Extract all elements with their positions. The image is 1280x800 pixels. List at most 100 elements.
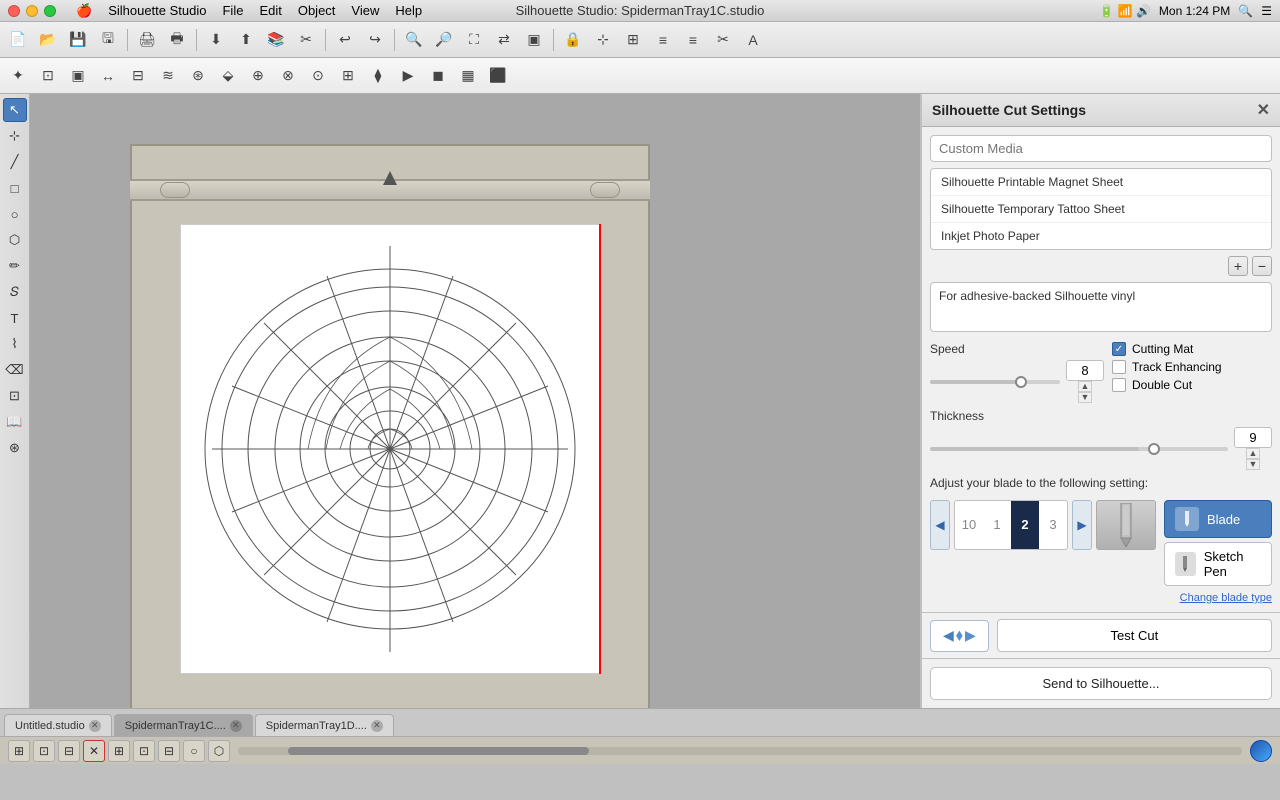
color-panel-btn[interactable]: ⬙ [214,62,242,90]
new-btn[interactable]: 📄 [4,26,32,54]
blade-left-btn[interactable]: ◀ [930,500,950,550]
zoom-in-btn[interactable]: 🔎 [430,26,458,54]
horizontal-scrollbar[interactable] [238,747,1242,755]
blade-tool-option[interactable]: Blade [1164,500,1272,538]
cut-settings-panel-btn[interactable]: ▣ [64,62,92,90]
media-item-magnet[interactable]: Silhouette Printable Magnet Sheet [931,169,1271,196]
line-tool-btn[interactable]: ╱ [3,150,27,174]
sketch-pen-tool-option[interactable]: Sketch Pen [1164,542,1272,586]
open-btn[interactable]: 📂 [34,26,62,54]
save-btn[interactable]: 💾 [64,26,92,54]
menu-apple[interactable]: 🍎 [76,3,92,19]
bt-weld-btn[interactable]: ⊟ [158,740,180,762]
cut-btn[interactable]: ✂ [292,26,320,54]
bt-move-btn[interactable]: ⊡ [33,740,55,762]
fullscreen-window-btn[interactable] [44,5,56,17]
lock-btn[interactable]: 🔒 [559,26,587,54]
tab-spiderman1c[interactable]: SpidermanTray1C.... ✕ [114,714,253,736]
bt-group-btn[interactable]: ⊞ [108,740,130,762]
mirror-btn[interactable]: ⇄ [490,26,518,54]
sketch-panel-btn[interactable]: ⬛ [484,62,512,90]
cutting-mat-checkbox[interactable]: ✓ [1112,342,1126,356]
text-btn[interactable]: A [739,26,767,54]
fill-panel-btn[interactable]: ⊕ [244,62,272,90]
speed-value-input[interactable] [1066,360,1104,381]
menu-appname[interactable]: Silhouette Studio [108,3,206,19]
undo-btn[interactable]: ↩ [331,26,359,54]
media-panel-btn[interactable]: ◼ [424,62,452,90]
replicate-panel-btn[interactable]: ⊞ [334,62,362,90]
bt-hex-btn[interactable]: ⬡ [208,740,230,762]
tab-spiderman1d[interactable]: SpidermanTray1D.... ✕ [255,714,394,736]
menu-help[interactable]: Help [395,3,422,19]
speed-slider-track[interactable] [930,380,1060,384]
test-cut-button[interactable]: Test Cut [997,619,1272,652]
text-tool-btn[interactable]: T [3,306,27,330]
zoom-out-btn[interactable]: 🔍 [400,26,428,54]
align-left-btn[interactable]: ≡ [649,26,677,54]
menu-object[interactable]: Object [298,3,336,19]
media-input-field[interactable] [930,135,1272,162]
layers-panel-btn[interactable]: ≋ [154,62,182,90]
menu-view[interactable]: View [351,3,379,19]
snap-panel-btn[interactable]: ⊡ [34,62,62,90]
select-panel-btn[interactable]: ✦ [4,62,32,90]
thickness-up-arrow[interactable]: ▲ [1246,448,1261,459]
thickness-down-arrow[interactable]: ▼ [1246,459,1261,470]
bt-select-btn[interactable]: ⊞ [8,740,30,762]
send-panel-btn[interactable]: ▶ [394,62,422,90]
weld-panel-btn[interactable]: ⊗ [274,62,302,90]
thickness-value-input[interactable] [1234,427,1272,448]
transform-panel-btn[interactable]: ↔ [94,62,122,90]
trace-panel-btn[interactable]: ⊙ [304,62,332,90]
zoom-fit-btn[interactable]: ⛶ [460,26,488,54]
library-btn[interactable]: 📚 [262,26,290,54]
tab-spiderman1d-close[interactable]: ✕ [371,720,383,732]
tab-spiderman1c-close[interactable]: ✕ [230,720,242,732]
panel-close-btn[interactable]: ✕ [1257,100,1270,120]
stamp-tool-btn[interactable]: ⊛ [3,436,27,460]
pointer-panel-btn[interactable]: ⊛ [184,62,212,90]
blade-right-btn[interactable]: ▶ [1072,500,1092,550]
spotlight-icon[interactable]: 🔍 [1238,4,1253,18]
rect-tool-btn[interactable]: □ [3,176,27,200]
nav-arrows-btn[interactable]: ◀ ⬧ ▶ [930,620,989,652]
remove-media-btn[interactable]: − [1252,256,1272,276]
bt-ungroup-btn[interactable]: ⊡ [133,740,155,762]
thickness-slider-thumb[interactable] [1148,443,1160,455]
photo-panel-btn[interactable]: ▦ [454,62,482,90]
print-btn[interactable]: 🖨 [133,26,161,54]
grid-btn[interactable]: ⊞ [619,26,647,54]
close-window-btn[interactable] [8,5,20,17]
tab-untitled[interactable]: Untitled.studio ✕ [4,714,112,736]
select-tool-btn[interactable]: ↖ [3,98,27,122]
redo-btn[interactable]: ↪ [361,26,389,54]
book-tool-btn[interactable]: 📖 [3,410,27,434]
align-panel-btn[interactable]: ⊟ [124,62,152,90]
polygon-tool-btn[interactable]: ⬡ [3,228,27,252]
crop-tool-btn[interactable]: ⊡ [3,384,27,408]
menu-edit[interactable]: Edit [259,3,281,19]
node-tool-btn[interactable]: ⊹ [3,124,27,148]
minimize-window-btn[interactable] [26,5,38,17]
align-center-btn[interactable]: ≡ [679,26,707,54]
print2-btn[interactable]: 🖶 [163,26,191,54]
send-to-silhouette-button[interactable]: Send to Silhouette... [930,667,1272,700]
menu-extras-icon[interactable]: ☰ [1261,4,1272,18]
speed-down-arrow[interactable]: ▼ [1078,392,1093,403]
double-cut-checkbox[interactable] [1112,378,1126,392]
saveas-btn[interactable]: 🖫 [94,26,122,54]
bt-circle-btn[interactable]: ○ [183,740,205,762]
tab-untitled-close[interactable]: ✕ [89,720,101,732]
import-btn[interactable]: ⬇ [202,26,230,54]
change-blade-link[interactable]: Change blade type [930,592,1272,604]
bezier-tool-btn[interactable]: 𝑆 [3,280,27,304]
add-media-btn[interactable]: + [1228,256,1248,276]
thickness-slider-track[interactable] [930,447,1228,451]
knife-tool-btn[interactable]: ⌇ [3,332,27,356]
track-enhancing-checkbox[interactable] [1112,360,1126,374]
ellipse-tool-btn[interactable]: ○ [3,202,27,226]
mat-btn[interactable]: ▣ [520,26,548,54]
speed-slider-thumb[interactable] [1015,376,1027,388]
bt-delete-btn[interactable]: ✕ [83,740,105,762]
